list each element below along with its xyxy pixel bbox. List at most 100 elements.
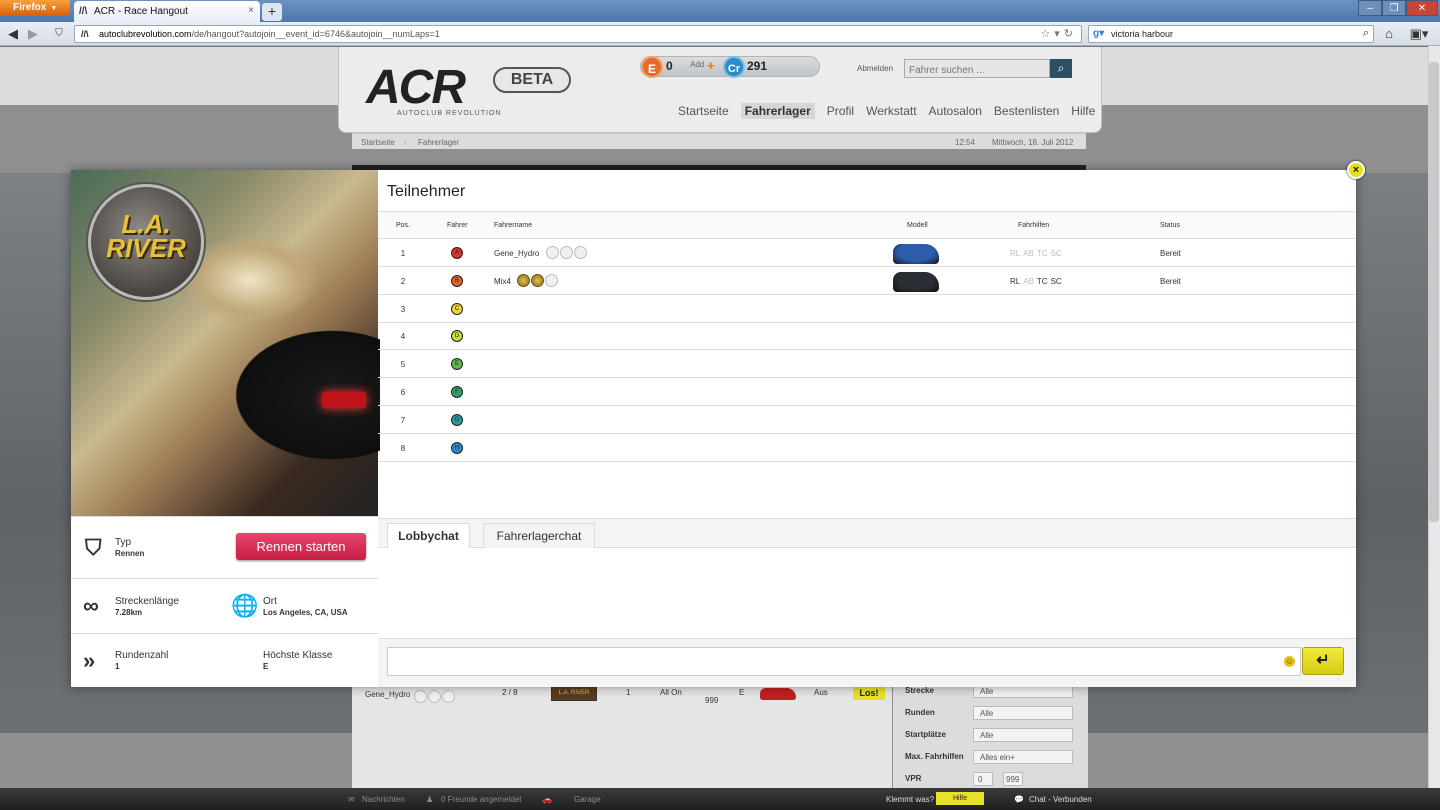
logout-link[interactable]: Abmelden: [857, 64, 893, 73]
participant-row[interactable]: 5E: [378, 350, 1356, 379]
participant-row[interactable]: 4D: [378, 322, 1356, 351]
participant-row[interactable]: 3C: [378, 295, 1356, 323]
participant-position: 2: [400, 276, 406, 286]
achievement-badge-icon: [545, 273, 559, 287]
breadcrumb: Startseite › Fahrerlager 12:54 Mittwoch,…: [352, 133, 1086, 149]
home-icon[interactable]: ⌂: [1380, 26, 1398, 42]
participant-name[interactable]: Mix4: [494, 277, 511, 286]
chat-messages: [378, 548, 1356, 638]
max-class-label: Höchste Klasse: [263, 650, 333, 661]
scrollbar-thumb[interactable]: [1429, 62, 1439, 522]
send-button[interactable]: ↵: [1302, 647, 1344, 675]
add-label[interactable]: Add: [690, 60, 704, 69]
driver-slot-badge: H: [451, 441, 463, 454]
participant-achievement-badges: [546, 246, 588, 259]
info-row-length: ∞ Streckenlänge 7.28km 🌐 Ort Los Angeles…: [71, 578, 378, 633]
search-icon[interactable]: ⌕: [1050, 59, 1072, 78]
tab-lobbychat[interactable]: Lobbychat: [387, 523, 470, 549]
firefox-label: Firefox: [13, 2, 47, 13]
participant-row[interactable]: 8H: [378, 434, 1356, 462]
participant-position: 4: [400, 332, 406, 342]
infinity-icon: ∞: [83, 593, 99, 618]
achievement-badge-icon: [531, 273, 545, 287]
breadcrumb-fahrerlager[interactable]: Fahrerlager: [418, 138, 459, 147]
garage-link[interactable]: Garage: [574, 795, 601, 804]
filter-label-vpr: VPR: [905, 774, 922, 783]
car-model-image[interactable]: [893, 271, 939, 292]
google-icon[interactable]: g▾: [1093, 28, 1104, 39]
participant-row[interactable]: 1 A Gene_Hydro RL AB TC SC Bereit: [378, 239, 1356, 267]
bookmark-star-icon[interactable]: ☆▾↻: [1040, 27, 1077, 40]
race-list-background: Gene_Hydro 2 / 8 1 All On 999 E Aus: [352, 680, 892, 790]
filter-startplaetze-select[interactable]: Alle: [973, 728, 1073, 742]
race-list-badges: [414, 688, 456, 706]
nav-bestenlisten[interactable]: Bestenlisten: [994, 104, 1059, 118]
driver-slot-badge: D: [451, 330, 463, 343]
filter-vpr-max[interactable]: 999: [1003, 772, 1023, 786]
participant-row[interactable]: 7G: [378, 406, 1356, 434]
race-list-laps: 1: [626, 688, 631, 697]
friends-online-link[interactable]: 0 Freunde angemeldet: [441, 795, 522, 804]
add-plus-icon[interactable]: +: [707, 58, 715, 73]
driver-search-input[interactable]: [904, 59, 1050, 78]
participant-row[interactable]: 6F: [378, 378, 1356, 406]
filter-runden-select[interactable]: Alle: [973, 706, 1073, 720]
location-value: Los Angeles, CA, USA: [263, 608, 348, 617]
toolbar-menu-icon[interactable]: ▣▾: [1408, 26, 1430, 42]
participant-row[interactable]: 2 B Mix4 RL AB TC SC Bereit: [378, 267, 1356, 295]
participant-status: Bereit: [1160, 276, 1181, 286]
race-list-track-thumbnail: L.A. RIVER: [551, 685, 597, 701]
nav-autosalon[interactable]: Autosalon: [929, 104, 982, 118]
chat-input[interactable]: [387, 647, 1301, 676]
filter-label-runden: Runden: [905, 708, 935, 717]
new-tab-button[interactable]: +: [262, 3, 282, 21]
col-status: Status: [1160, 222, 1180, 229]
search-bar[interactable]: g▾ victoria harbour ⌕: [1088, 25, 1374, 43]
participant-achievement-badges: [517, 273, 559, 287]
breadcrumb-separator: ›: [404, 138, 407, 147]
garage-car-icon: 🚗: [542, 795, 552, 804]
filter-fahrhilfen-select[interactable]: Alles ein+: [973, 750, 1073, 764]
race-list-driver: Gene_Hydro: [365, 690, 411, 699]
car-model-image[interactable]: [893, 244, 939, 264]
search-icon[interactable]: ⌕: [1363, 27, 1369, 40]
length-label: Streckenlänge: [115, 596, 179, 607]
nav-startseite[interactable]: Startseite: [678, 104, 729, 118]
close-icon[interactable]: ×: [1347, 161, 1365, 179]
forward-icon[interactable]: ▶: [24, 26, 42, 42]
identity-icon[interactable]: ⛉: [50, 26, 68, 42]
start-race-button[interactable]: Rennen starten: [236, 533, 366, 560]
smiley-icon[interactable]: ☺: [1284, 656, 1295, 667]
url-bar[interactable]: //\ autoclubrevolution.com/de/hangout?au…: [74, 25, 1082, 43]
breadcrumb-startseite[interactable]: Startseite: [361, 138, 395, 147]
back-icon[interactable]: ◀: [4, 26, 22, 42]
browser-tab[interactable]: //\ ACR - Race Hangout ×: [74, 1, 260, 22]
nav-fahrerlager[interactable]: Fahrerlager: [740, 103, 815, 119]
firefox-menu-button[interactable]: Firefox ▼: [0, 0, 70, 16]
messages-link[interactable]: Nachrichten: [362, 795, 405, 804]
maximize-button[interactable]: ❐: [1382, 0, 1406, 16]
filter-vpr-min[interactable]: 0: [973, 772, 993, 786]
acr-logo[interactable]: ACR: [366, 60, 466, 115]
chat-status[interactable]: Chat - Verbunden: [1029, 795, 1092, 804]
tab-fahrerlagerchat[interactable]: Fahrerlagerchat: [483, 523, 595, 549]
tab-close-icon[interactable]: ×: [248, 5, 254, 16]
minimize-button[interactable]: –: [1358, 0, 1382, 16]
nav-profil[interactable]: Profil: [827, 104, 854, 118]
race-list-go-button[interactable]: Los!: [853, 686, 885, 700]
url-host: autoclubrevolution.com: [99, 29, 192, 39]
participant-name[interactable]: Gene_Hydro: [494, 249, 539, 258]
type-value: Rennen: [115, 549, 145, 558]
participants-title: Teilnehmer: [387, 183, 466, 200]
col-model: Modell: [907, 222, 928, 229]
help-button[interactable]: Hilfe: [936, 792, 984, 805]
search-value: victoria harbour: [1111, 29, 1174, 39]
mail-icon: ✉: [348, 795, 355, 804]
driving-aids: RL AB TC SC: [1010, 249, 1065, 258]
window-close-button[interactable]: ✕: [1406, 0, 1438, 16]
nav-werkstatt[interactable]: Werkstatt: [866, 104, 916, 118]
credits-icon: Cr: [723, 56, 745, 78]
e-coin-icon: E: [641, 56, 663, 78]
nav-hilfe[interactable]: Hilfe: [1071, 104, 1095, 118]
filter-label-fahrhilfen: Max. Fahrhilfen: [905, 752, 964, 761]
